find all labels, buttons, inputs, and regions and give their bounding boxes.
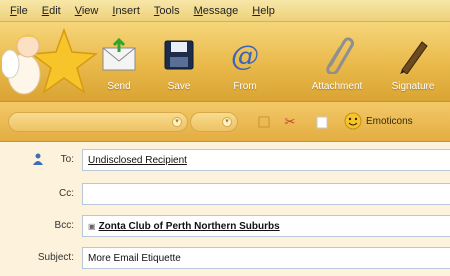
signature-label: Signature bbox=[391, 81, 435, 92]
to-label: To: bbox=[60, 154, 74, 165]
to-field[interactable]: Undisclosed Recipient bbox=[82, 149, 450, 171]
font-family-select[interactable]: ▾ bbox=[8, 112, 188, 132]
person-icon[interactable] bbox=[33, 153, 43, 165]
to-row: To: Undisclosed Recipient bbox=[0, 148, 450, 172]
from-label: From bbox=[233, 81, 257, 92]
attachment-button[interactable]: Attachment bbox=[306, 26, 368, 98]
menu-file[interactable]: File bbox=[10, 5, 28, 17]
bcc-label: Bcc: bbox=[54, 220, 74, 231]
menu-message[interactable]: Message bbox=[194, 5, 239, 17]
toolbar: Send Save @ From Attachment Signature bbox=[0, 22, 450, 102]
menu-view[interactable]: View bbox=[75, 5, 99, 17]
to-recipient[interactable]: Undisclosed Recipient bbox=[88, 155, 187, 166]
bcc-row: Bcc: ▣ Zonta Club of Perth Northern Subu… bbox=[0, 214, 450, 238]
bcc-field[interactable]: ▣ Zonta Club of Perth Northern Suburbs bbox=[82, 215, 450, 237]
cut-icon[interactable]: ✂ bbox=[282, 114, 298, 130]
send-label: Send bbox=[107, 81, 131, 92]
checkbox-icon[interactable] bbox=[256, 114, 272, 130]
emoticons-button[interactable]: Emoticons bbox=[344, 112, 413, 130]
emoticons-label: Emoticons bbox=[366, 115, 413, 127]
menu-help[interactable]: Help bbox=[252, 5, 275, 17]
subject-value: More Email Etiquette bbox=[88, 252, 181, 264]
format-bar: ▾ ▾ ✂ Emoticons bbox=[0, 102, 450, 142]
attachment-label: Attachment bbox=[311, 81, 363, 92]
save-label: Save bbox=[167, 81, 191, 92]
subject-label: Subject: bbox=[37, 252, 74, 263]
from-at-icon: @ bbox=[231, 38, 259, 72]
menu-bar: File Edit View Insert Tools Message Help bbox=[0, 0, 450, 22]
save-floppy-icon bbox=[157, 33, 201, 77]
from-button[interactable]: @ From bbox=[214, 26, 276, 98]
pen-icon bbox=[391, 33, 435, 77]
paste-icon[interactable] bbox=[314, 114, 330, 130]
paperclip-icon bbox=[315, 33, 359, 77]
group-icon: ▣ bbox=[88, 221, 96, 231]
cc-label: Cc: bbox=[59, 188, 74, 199]
subject-row: Subject: More Email Etiquette bbox=[0, 246, 450, 270]
chevron-down-icon: ▾ bbox=[172, 117, 182, 127]
bcc-recipient[interactable]: Zonta Club of Perth Northern Suburbs bbox=[99, 221, 280, 232]
angel-star-icon bbox=[2, 27, 99, 95]
subject-field[interactable]: More Email Etiquette bbox=[82, 247, 450, 269]
send-envelope-icon bbox=[97, 33, 141, 77]
cc-row: Cc: bbox=[0, 182, 450, 206]
menu-tools[interactable]: Tools bbox=[154, 5, 180, 17]
save-button[interactable]: Save bbox=[148, 26, 210, 98]
send-button[interactable]: Send bbox=[88, 26, 150, 98]
menu-edit[interactable]: Edit bbox=[42, 5, 61, 17]
header-fields: To: Undisclosed Recipient Cc: Bcc: ▣ Zon… bbox=[0, 142, 450, 276]
chevron-down-icon: ▾ bbox=[222, 117, 232, 127]
smiley-icon bbox=[344, 112, 362, 130]
menu-insert[interactable]: Insert bbox=[112, 5, 140, 17]
font-size-select[interactable]: ▾ bbox=[190, 112, 238, 132]
cc-field[interactable] bbox=[82, 183, 450, 205]
signature-button[interactable]: Signature bbox=[382, 26, 444, 98]
